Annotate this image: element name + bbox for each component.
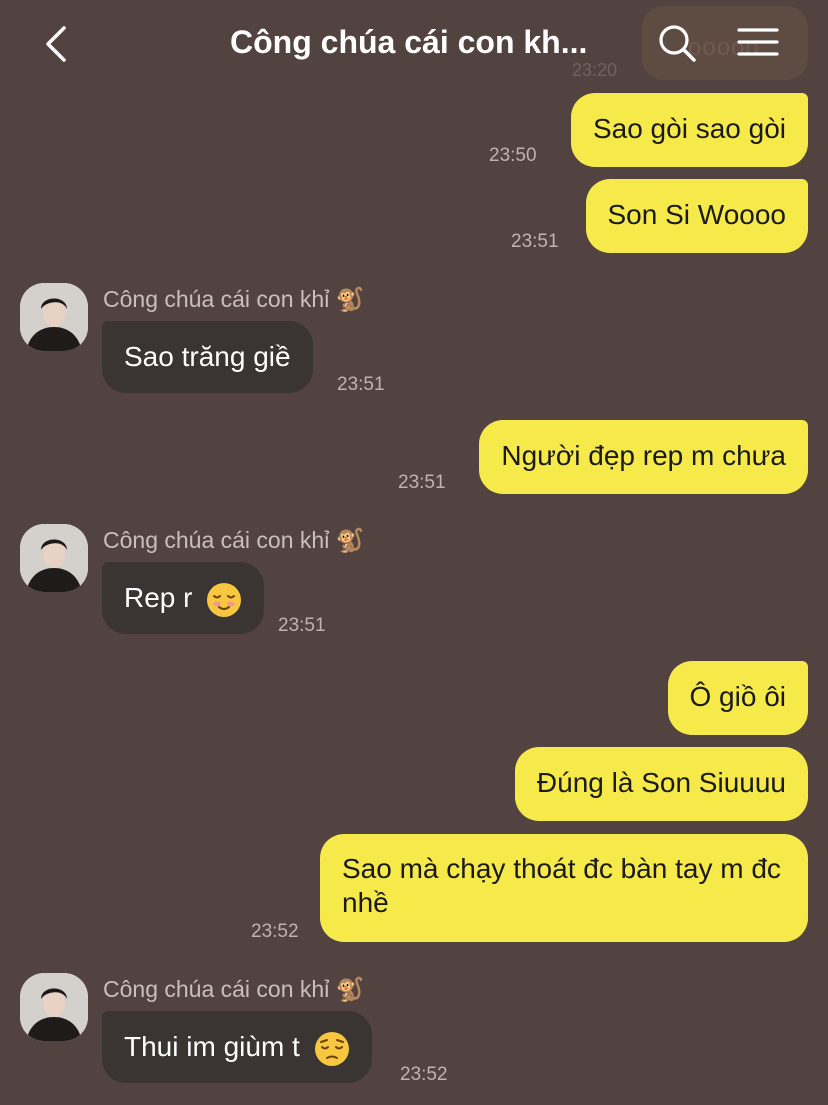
contact-photo (20, 283, 88, 351)
message-text: Sao mà chạy thoát đc bàn tay m đc nhề (342, 853, 781, 918)
chat-header: Công chúa cái con kh... (0, 0, 828, 90)
sender-name: Công chúa cái con khỉ 🐒 (103, 976, 365, 1002)
search-button[interactable] (656, 22, 700, 66)
avatar[interactable] (20, 524, 88, 592)
message-text: Ô giồ ôi (689, 681, 787, 712)
back-button[interactable] (36, 22, 76, 66)
incoming-message-bubble[interactable]: Sao trăng giề (102, 321, 313, 393)
outgoing-message-bubble[interactable]: Đúng là Son Siuuuu (514, 747, 808, 821)
chat-title: Công chúa cái con kh... (230, 24, 588, 60)
message-time: 23:52 (400, 1064, 448, 1085)
avatar[interactable] (20, 973, 88, 1041)
message-time: 23:50 (489, 145, 537, 166)
menu-button[interactable] (736, 22, 780, 66)
message-text: Rep r (124, 582, 193, 613)
relieved-smile-emoji (207, 582, 242, 617)
message-text: Người đẹp rep m chưa (501, 440, 786, 471)
sender-name: Công chúa cái con khỉ 🐒 (103, 527, 365, 553)
outgoing-message-bubble[interactable]: Ô giồ ôi (667, 661, 808, 735)
outgoing-message-bubble[interactable]: Son Si Woooo (585, 179, 808, 253)
avatar[interactable] (20, 283, 88, 351)
contact-photo (20, 973, 88, 1041)
menu-icon (737, 28, 779, 56)
incoming-message-bubble[interactable]: Thui im giùm t (102, 1011, 372, 1083)
message-text: Sao trăng giề (124, 341, 291, 372)
message-text: Đúng là Son Siuuuu (536, 767, 786, 798)
message-time: 23:51 (337, 374, 385, 395)
pensive-face-emoji (314, 1031, 349, 1066)
message-text: Son Si Woooo (607, 199, 787, 230)
contact-photo (20, 524, 88, 592)
incoming-message-bubble[interactable]: Rep r (102, 562, 265, 634)
back-arrow-icon (46, 26, 66, 62)
outgoing-message-bubble[interactable]: Sao mà chạy thoát đc bàn tay m đc nhề (320, 834, 808, 942)
message-time: 23:51 (511, 231, 559, 252)
outgoing-message-bubble[interactable]: Sao gòi sao gòi (570, 93, 808, 167)
message-text: Sao gòi sao gòi (592, 113, 786, 144)
message-time: 23:52 (251, 921, 299, 942)
message-time: 23:51 (278, 615, 326, 636)
sender-name: Công chúa cái con khỉ 🐒 (103, 286, 365, 312)
message-time: 23:51 (398, 472, 446, 493)
outgoing-message-bubble[interactable]: Người đẹp rep m chưa (479, 420, 808, 494)
message-text: Thui im giùm t (124, 1031, 300, 1062)
search-icon (659, 25, 696, 62)
